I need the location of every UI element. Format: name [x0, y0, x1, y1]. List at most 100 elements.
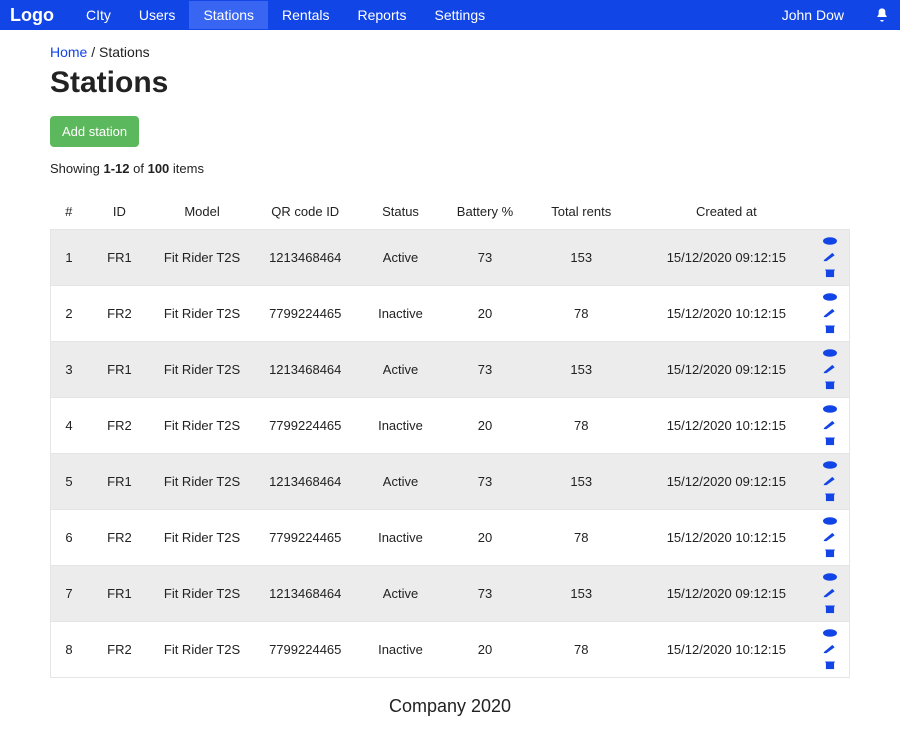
nav-item-stations[interactable]: Stations [189, 1, 268, 29]
nav-item-rentals[interactable]: Rentals [268, 1, 343, 29]
table-row: 8FR2Fit Rider T2S7799224465Inactive20781… [51, 622, 850, 678]
table-row: 1FR1Fit Rider T2S1213468464Active7315315… [51, 230, 850, 286]
cell-status: Inactive [358, 398, 443, 454]
delete-icon[interactable] [823, 602, 837, 617]
view-icon[interactable] [823, 346, 837, 361]
header-battery: Battery % [443, 194, 527, 230]
edit-icon[interactable] [823, 474, 837, 489]
cell-rents: 153 [527, 342, 635, 398]
cell-model: Fit Rider T2S [152, 622, 253, 678]
cell-actions [817, 510, 849, 566]
showing-suffix: items [169, 161, 204, 176]
view-icon[interactable] [823, 402, 837, 417]
table-row: 4FR2Fit Rider T2S7799224465Inactive20781… [51, 398, 850, 454]
cell-created: 15/12/2020 10:12:15 [635, 622, 817, 678]
cell-battery: 20 [443, 510, 527, 566]
cell-actions [817, 566, 849, 622]
nav-item-reports[interactable]: Reports [344, 1, 421, 29]
edit-icon[interactable] [823, 418, 837, 433]
cell-qr: 1213468464 [252, 230, 358, 286]
cell-qr: 7799224465 [252, 286, 358, 342]
table-row: 2FR2Fit Rider T2S7799224465Inactive20781… [51, 286, 850, 342]
breadcrumb-current: Stations [99, 44, 150, 60]
table-row: 3FR1Fit Rider T2S1213468464Active7315315… [51, 342, 850, 398]
header-status: Status [358, 194, 443, 230]
cell-rents: 153 [527, 230, 635, 286]
cell-created: 15/12/2020 09:12:15 [635, 342, 817, 398]
view-icon[interactable] [823, 458, 837, 473]
nav-item-users[interactable]: Users [125, 1, 190, 29]
showing-total: 100 [148, 161, 170, 176]
cell-id: FR2 [87, 510, 152, 566]
cell-id: FR1 [87, 566, 152, 622]
cell-actions [817, 286, 849, 342]
cell-status: Active [358, 342, 443, 398]
view-icon[interactable] [823, 626, 837, 641]
bell-icon[interactable] [874, 7, 890, 23]
delete-icon[interactable] [823, 322, 837, 337]
cell-battery: 20 [443, 398, 527, 454]
cell-id: FR1 [87, 230, 152, 286]
header-actions [817, 194, 849, 230]
header-rents: Total rents [527, 194, 635, 230]
content: Home / Stations Stations Add station Sho… [0, 30, 900, 678]
cell-actions [817, 230, 849, 286]
delete-icon[interactable] [823, 378, 837, 393]
view-icon[interactable] [823, 570, 837, 585]
cell-id: FR2 [87, 398, 152, 454]
delete-icon[interactable] [823, 434, 837, 449]
delete-icon[interactable] [823, 490, 837, 505]
delete-icon[interactable] [823, 658, 837, 673]
add-station-button[interactable]: Add station [50, 116, 139, 147]
cell-status: Active [358, 230, 443, 286]
breadcrumb-home[interactable]: Home [50, 44, 87, 60]
cell-model: Fit Rider T2S [152, 510, 253, 566]
cell-model: Fit Rider T2S [152, 566, 253, 622]
header-id: ID [87, 194, 152, 230]
view-icon[interactable] [823, 290, 837, 305]
header-created: Created at [635, 194, 817, 230]
cell-qr: 7799224465 [252, 510, 358, 566]
cell-actions [817, 622, 849, 678]
breadcrumb: Home / Stations [50, 44, 850, 60]
showing-summary: Showing 1-12 of 100 items [50, 161, 850, 176]
cell-rents: 78 [527, 510, 635, 566]
cell-battery: 20 [443, 622, 527, 678]
cell-actions [817, 342, 849, 398]
cell-actions [817, 398, 849, 454]
cell-id: FR1 [87, 342, 152, 398]
nav-item-settings[interactable]: Settings [421, 1, 500, 29]
table-header-row: # ID Model QR code ID Status Battery % T… [51, 194, 850, 230]
edit-icon[interactable] [823, 530, 837, 545]
edit-icon[interactable] [823, 642, 837, 657]
cell-battery: 73 [443, 566, 527, 622]
cell-model: Fit Rider T2S [152, 398, 253, 454]
cell-created: 15/12/2020 10:12:15 [635, 398, 817, 454]
cell-rents: 153 [527, 566, 635, 622]
table-row: 5FR1Fit Rider T2S1213468464Active7315315… [51, 454, 850, 510]
delete-icon[interactable] [823, 546, 837, 561]
cell-created: 15/12/2020 10:12:15 [635, 510, 817, 566]
cell-id: FR2 [87, 622, 152, 678]
cell-status: Inactive [358, 622, 443, 678]
cell-num: 4 [51, 398, 88, 454]
logo[interactable]: Logo [10, 5, 54, 26]
edit-icon[interactable] [823, 250, 837, 265]
cell-num: 2 [51, 286, 88, 342]
cell-qr: 1213468464 [252, 342, 358, 398]
edit-icon[interactable] [823, 306, 837, 321]
edit-icon[interactable] [823, 586, 837, 601]
table-row: 6FR2Fit Rider T2S7799224465Inactive20781… [51, 510, 850, 566]
current-user[interactable]: John Dow [782, 7, 844, 23]
cell-qr: 1213468464 [252, 454, 358, 510]
view-icon[interactable] [823, 514, 837, 529]
cell-battery: 20 [443, 286, 527, 342]
breadcrumb-sep: / [87, 44, 99, 60]
edit-icon[interactable] [823, 362, 837, 377]
showing-range: 1-12 [103, 161, 129, 176]
view-icon[interactable] [823, 234, 837, 249]
showing-mid: of [130, 161, 148, 176]
nav-item-city[interactable]: CIty [72, 1, 125, 29]
delete-icon[interactable] [823, 266, 837, 281]
navbar: Logo CItyUsersStationsRentalsReportsSett… [0, 0, 900, 30]
